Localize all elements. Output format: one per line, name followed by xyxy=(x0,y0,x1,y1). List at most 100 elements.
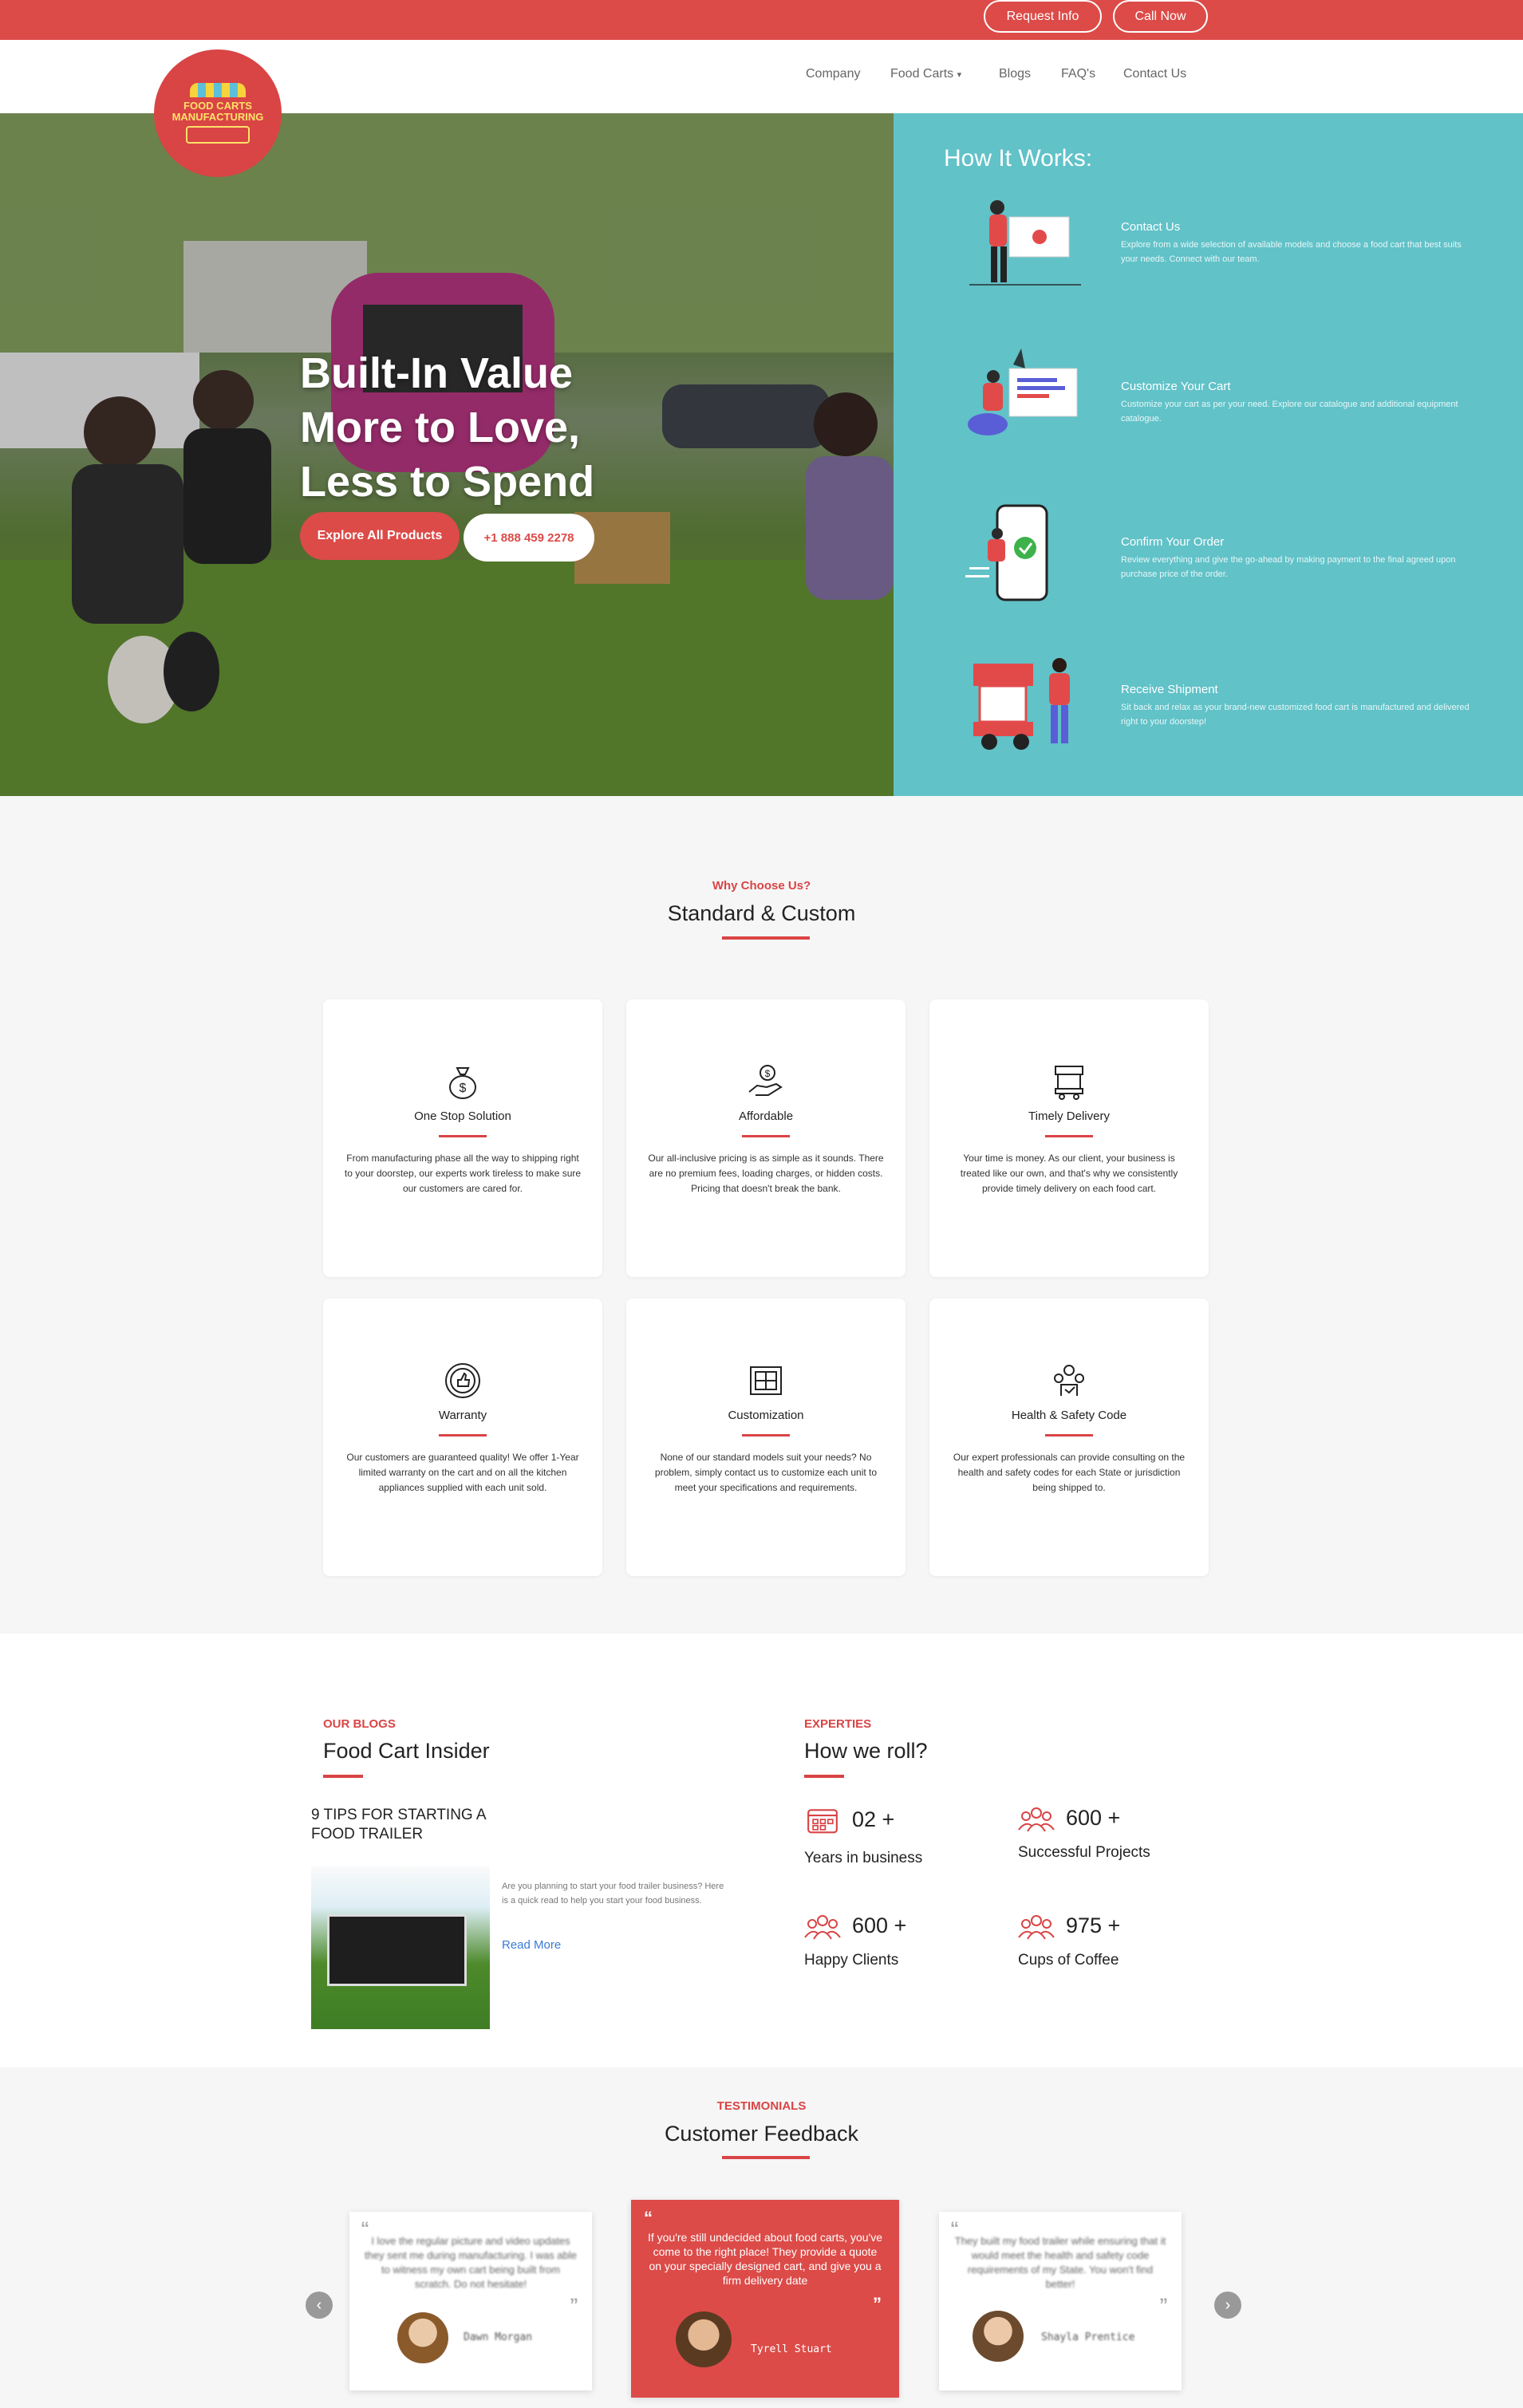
feature-description: Our all-inclusive pricing is as simple a… xyxy=(648,1153,884,1194)
section-divider xyxy=(804,1775,844,1778)
how-it-works-panel: How It Works: Contact Us Explore from a … xyxy=(894,113,1523,796)
feature-title: Warranty xyxy=(438,1409,487,1422)
stat-label: Happy Clients xyxy=(804,1952,899,1969)
testimonial-quote: If you're still undecided about food car… xyxy=(647,2231,883,2287)
hand-dollar-icon: $ xyxy=(748,1065,783,1096)
testimonial-card-active: “ If you're still undecided about food c… xyxy=(631,2200,899,2398)
feature-description: Your time is money. As our client, your … xyxy=(960,1153,1178,1194)
avatar xyxy=(676,2311,732,2367)
nav-faqs[interactable]: FAQ's xyxy=(1061,67,1095,81)
stat-label: Years in business xyxy=(804,1850,923,1866)
blogs-title: Food Cart Insider xyxy=(323,1739,490,1763)
blog-post-image[interactable] xyxy=(311,1866,490,2029)
contact-illustration-icon xyxy=(969,200,1081,286)
testimonial-card: “ They built my food trailer while ensur… xyxy=(939,2212,1182,2390)
nav-food-carts[interactable]: Food Carts ▾ xyxy=(890,67,961,81)
stat-value: 02 + xyxy=(852,1807,895,1831)
feature-divider xyxy=(742,1135,790,1137)
hero-title-line: Built-In Value xyxy=(300,349,574,397)
logo-text: FOOD CARTS MANUFACTURING xyxy=(172,100,264,123)
quote-close-icon: ” xyxy=(873,2294,882,2314)
feature-title: One Stop Solution xyxy=(414,1109,511,1123)
testimonial-quote: They built my food trailer while ensurin… xyxy=(954,2235,1166,2290)
blueprint-icon xyxy=(750,1366,782,1395)
quote-close-icon: ” xyxy=(1159,2295,1168,2315)
feature-divider xyxy=(1045,1135,1093,1137)
carousel-next-button[interactable]: › xyxy=(1214,2292,1241,2319)
blog-post-title-line: 9 TIPS FOR STARTING A xyxy=(311,1807,487,1823)
testimonial-quote: I love the regular picture and video upd… xyxy=(365,2235,577,2290)
logo-cart xyxy=(186,126,250,144)
testimonials-title: Customer Feedback xyxy=(664,2122,859,2146)
step-title: Receive Shipment xyxy=(1121,683,1218,696)
step-title: Confirm Your Order xyxy=(1121,535,1225,549)
stat-value: 600 + xyxy=(852,1913,907,1937)
explore-all-products-button[interactable]: Explore All Products xyxy=(300,512,460,560)
feature-description: None of our standard models suit your ne… xyxy=(654,1452,878,1493)
avatar xyxy=(973,2311,1024,2362)
testimonial-name: Shayla Prentice xyxy=(1041,2331,1135,2343)
read-more-link[interactable]: Read More xyxy=(502,1938,561,1952)
site-logo[interactable]: FOOD CARTS MANUFACTURING xyxy=(154,49,282,177)
feature-title: Health & Safety Code xyxy=(1011,1409,1127,1422)
feature-card: Timely Delivery Your time is money. As o… xyxy=(929,999,1209,1277)
nav-company[interactable]: Company xyxy=(806,67,860,81)
feature-card: Warranty Our customers are guaranteed qu… xyxy=(323,1299,602,1576)
svg-text:$: $ xyxy=(765,1068,771,1079)
feature-description: Our expert professionals can provide con… xyxy=(953,1452,1186,1493)
hero-title: Built-In Value More to Love, Less to Spe… xyxy=(300,346,635,509)
testimonials-eyebrow: TESTIMONIALS xyxy=(716,2099,807,2113)
call-now-button[interactable]: Call Now xyxy=(1113,0,1208,33)
feature-description: From manufacturing phase all the way to … xyxy=(344,1153,582,1194)
feature-card: $ Affordable Our all-inclusive pricing i… xyxy=(626,999,906,1277)
carousel-prev-button[interactable]: ‹ xyxy=(306,2292,333,2319)
how-it-works-title: How It Works: xyxy=(944,145,1093,171)
nav-contact-us[interactable]: Contact Us xyxy=(1123,67,1186,81)
blog-post-title[interactable]: 9 TIPS FOR STARTING A FOOD TRAILER xyxy=(311,1806,487,1844)
section-divider xyxy=(722,2156,810,2159)
feature-divider xyxy=(1045,1434,1093,1437)
feature-divider xyxy=(742,1434,790,1437)
confirm-illustration-icon xyxy=(965,504,1048,601)
feature-card: $ One Stop Solution From manufacturing p… xyxy=(323,999,602,1277)
feature-divider xyxy=(439,1434,487,1437)
feature-title: Timely Delivery xyxy=(1028,1109,1110,1123)
chevron-down-icon: ▾ xyxy=(957,70,962,80)
why-eyebrow: Why Choose Us? xyxy=(712,879,811,893)
step-description: Sit back and relax as your brand-new cus… xyxy=(1121,703,1470,727)
request-info-button[interactable]: Request Info xyxy=(984,0,1102,33)
quote-open-icon: “ xyxy=(644,2208,653,2228)
stat-value: 600 + xyxy=(1066,1806,1121,1830)
hero-title-line: More to Love, xyxy=(300,404,581,451)
safety-team-icon xyxy=(1054,1365,1084,1396)
experties-eyebrow: EXPERTIES xyxy=(804,1717,872,1731)
logo-awning xyxy=(190,83,246,97)
top-bar: Request Info Call Now xyxy=(0,0,1523,40)
nav-blogs[interactable]: Blogs xyxy=(999,67,1031,81)
stat-value: 975 + xyxy=(1066,1913,1121,1937)
step-title: Customize Your Cart xyxy=(1121,380,1231,393)
customize-illustration-icon xyxy=(968,349,1078,435)
step-title: Contact Us xyxy=(1121,220,1181,234)
why-title: Standard & Custom xyxy=(667,901,856,925)
section-divider xyxy=(722,936,810,940)
feature-title: Affordable xyxy=(738,1109,794,1123)
blog-post-excerpt: Are you planning to start your food trai… xyxy=(502,1882,724,1906)
money-bag-icon: $ xyxy=(449,1067,476,1099)
food-trailer-image xyxy=(327,1914,467,1986)
step-description: Explore from a wide selection of availab… xyxy=(1121,240,1462,264)
blogs-eyebrow: OUR BLOGS xyxy=(323,1717,396,1731)
testimonial-name: Dawn Morgan xyxy=(464,2331,533,2343)
food-cart-icon xyxy=(1055,1066,1083,1100)
shipment-illustration-icon xyxy=(973,658,1070,750)
testimonial-card: “ I love the regular picture and video u… xyxy=(349,2212,592,2390)
phone-button[interactable]: +1 888 459 2278 xyxy=(464,514,594,562)
testimonial-name: Tyrell Stuart xyxy=(751,2343,832,2355)
section-divider xyxy=(323,1775,363,1778)
blogs-experties-section xyxy=(0,1634,1523,2067)
blog-post-title-line: FOOD TRAILER xyxy=(311,1826,424,1842)
feature-divider xyxy=(439,1135,487,1137)
calendar-icon xyxy=(807,1809,838,1834)
people-icon xyxy=(1018,1915,1055,1940)
feature-title: Customization xyxy=(728,1409,804,1422)
